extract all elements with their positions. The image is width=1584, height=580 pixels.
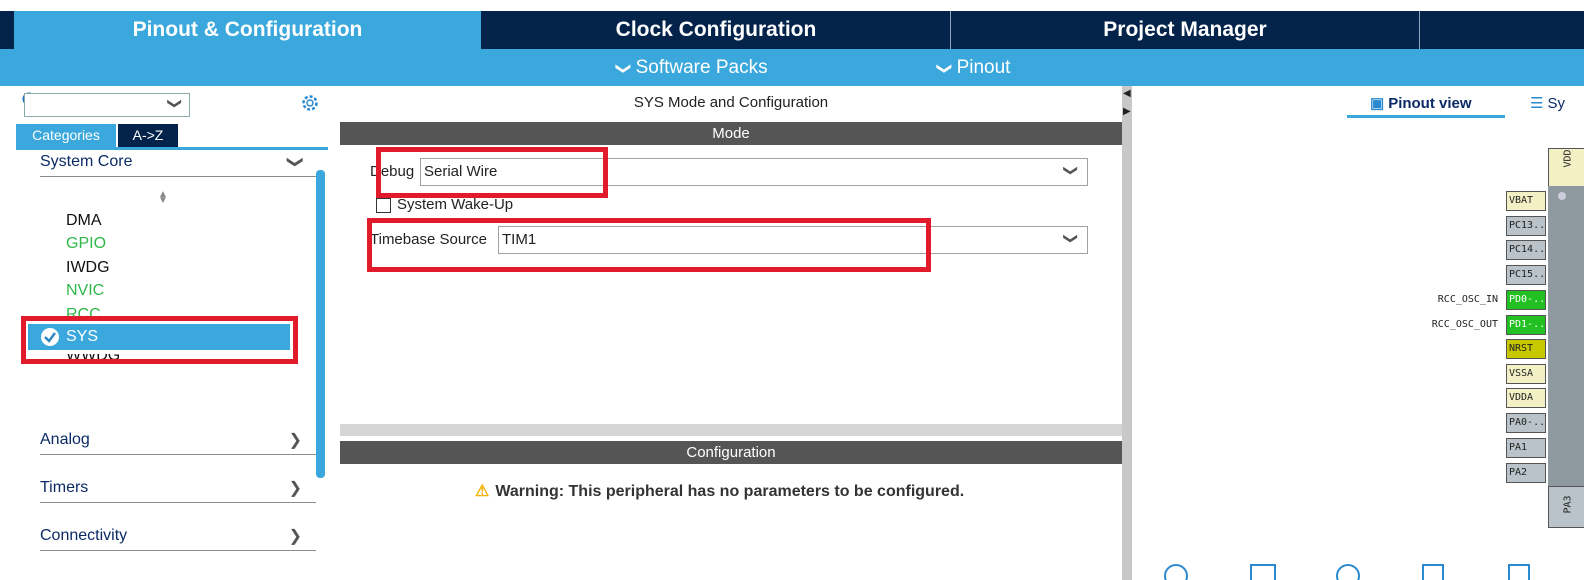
gear-icon[interactable] [300,93,320,113]
system-wakeup-checkbox[interactable] [376,198,391,213]
software-packs-label: Software Packs [635,57,768,78]
pin-pa1[interactable]: PA1 [1506,438,1546,458]
pinout-view-underline [1347,115,1505,118]
panel-title: SYS Mode and Configuration [633,94,829,111]
group-analog-label: Analog [40,431,90,448]
warning-message: ⚠ Warning: This peripheral has no paramet… [475,481,964,501]
peripheral-gpio[interactable]: GPIO [66,235,106,253]
chevron-down-icon: ❯ [167,97,184,110]
tab-pinout-configuration[interactable]: Pinout & Configuration [14,11,481,49]
debug-select-value: Serial Wire [424,163,498,180]
peripheral-rcc-label: RCC [66,306,101,316]
pin-pc15[interactable]: PC15.. [1506,265,1546,285]
group-connectivity[interactable]: Connectivity ❯ [40,520,316,551]
pin-pd1[interactable]: PD1-.. [1506,315,1546,335]
timebase-source-label: Timebase Source [370,231,487,248]
mode-configuration-panel: SYS Mode and Configuration Mode Debug Se… [340,86,1122,580]
chevron-down-icon: ❯ [935,62,953,75]
pin-pc14[interactable]: PC14.. [1506,240,1546,260]
pin-label-rcc-osc-out: RCC_OSC_OUT [1431,319,1498,330]
fit-view-icon[interactable] [1250,564,1276,580]
group-system-core-label: System Core [40,153,133,170]
pin-vbat[interactable]: VBAT [1506,191,1546,211]
pin-pa0[interactable]: PA0-.. [1506,413,1546,433]
pin-pa3[interactable]: PA3 [1548,486,1584,528]
timebase-source-value: TIM1 [502,231,537,248]
scrollbar[interactable] [316,170,325,478]
chevron-down-icon: ❯ [1063,164,1080,177]
section-divider [340,424,1122,436]
chip-icon: ▣ [1370,95,1385,112]
list-icon: ☰ [1530,95,1544,112]
pin-nrst[interactable]: NRST [1506,339,1546,359]
timebase-source-select[interactable]: TIM1 ❯ [498,226,1088,254]
peripheral-nvic[interactable]: NVIC [66,282,104,300]
system-view-label: Sy [1547,95,1565,112]
sub-menu-bar: ❯ Software Packs ❯ Pinout [0,49,1584,86]
peripheral-sys-selected[interactable]: SYS [28,324,290,350]
pin-vdd[interactable]: VDD [1548,148,1584,190]
system-wakeup-label: System Wake-Up [397,196,514,213]
chip-body [1548,186,1584,486]
search-input[interactable]: ❯ [24,93,190,117]
group-connectivity-label: Connectivity [40,527,128,544]
group-analog[interactable]: Analog ❯ [40,424,316,455]
tab-clock-configuration[interactable]: Clock Configuration [482,11,950,49]
warning-icon: ⚠ [475,483,490,500]
debug-label: Debug [370,163,415,180]
warning-text: Warning: This peripheral has no paramete… [495,483,965,500]
tab-categories[interactable]: Categories [16,124,116,147]
group-timers[interactable]: Timers ❯ [40,472,316,503]
pin-pa2[interactable]: PA2 [1506,463,1546,483]
pin-pc13[interactable]: PC13.. [1506,216,1546,236]
collapse-left-icon[interactable]: ◀ [1123,88,1131,99]
chip-pin1-marker [1558,192,1566,200]
pinout-menu[interactable]: ❯ Pinout [936,49,1011,86]
tab-project-manager[interactable]: Project Manager [951,11,1419,49]
rotate-left-icon[interactable] [1508,564,1530,580]
group-timers-label: Timers [40,479,89,496]
system-view-tab[interactable]: ☰ Sy [1530,94,1565,112]
pinout-panel: ▣ Pinout view ☰ Sy VDD PA3 VBAT PC13.. PC1… [1132,86,1584,580]
group-system-core[interactable]: System Core ❯ [40,146,316,177]
chevron-down-icon: ❯ [1063,232,1080,245]
peripheral-dma[interactable]: DMA [66,212,102,230]
pin-vdd-label: VDD [1562,149,1574,168]
peripheral-iwdg[interactable]: IWDG [66,259,110,277]
pin-vdda[interactable]: VDDA [1506,388,1546,408]
peripheral-sys-label: SYS [66,328,99,345]
panel-splitter[interactable]: ◀ ▶ [1122,86,1132,580]
pin-pa3-label: PA3 [1562,495,1574,514]
mode-header: Mode [340,122,1122,145]
peripheral-wwdg[interactable]: WWDG [66,354,120,366]
chevron-down-icon: ❯ [286,155,304,169]
chevron-right-icon: ❯ [288,528,302,545]
software-packs-menu[interactable]: ❯ Software Packs [615,49,768,86]
rotate-right-icon[interactable] [1422,564,1444,580]
collapse-right-icon[interactable]: ▶ [1123,106,1131,117]
chevron-down-icon: ❯ [614,62,632,75]
top-tabs-bar: Pinout & Configuration Clock Configurati… [0,0,1584,49]
pin-pd0[interactable]: PD0-.. [1506,290,1546,310]
sort-icon[interactable]: ▲ ▼ [158,190,168,206]
pinout-view-tab[interactable]: ▣ Pinout view [1370,94,1472,112]
chevron-right-icon: ❯ [288,480,302,497]
check-circle-icon [41,328,59,346]
debug-select[interactable]: Serial Wire ❯ [420,158,1088,186]
configuration-header: Configuration [340,441,1122,464]
zoom-out-icon[interactable] [1336,564,1360,580]
pinout-menu-label: Pinout [956,57,1011,78]
chevron-right-icon: ❯ [288,432,302,449]
tab-a-to-z[interactable]: A->Z [118,124,178,147]
pinout-view-label: Pinout view [1388,95,1472,112]
zoom-in-icon[interactable] [1164,564,1188,580]
categories-panel: ❯ Categories A->Z System Core ❯ ▲ ▼ DMA G… [14,86,328,580]
pin-vssa[interactable]: VSSA [1506,364,1546,384]
peripheral-rcc[interactable]: ✔ RCC [66,306,101,316]
pin-label-rcc-osc-in: RCC_OSC_IN [1437,294,1498,305]
